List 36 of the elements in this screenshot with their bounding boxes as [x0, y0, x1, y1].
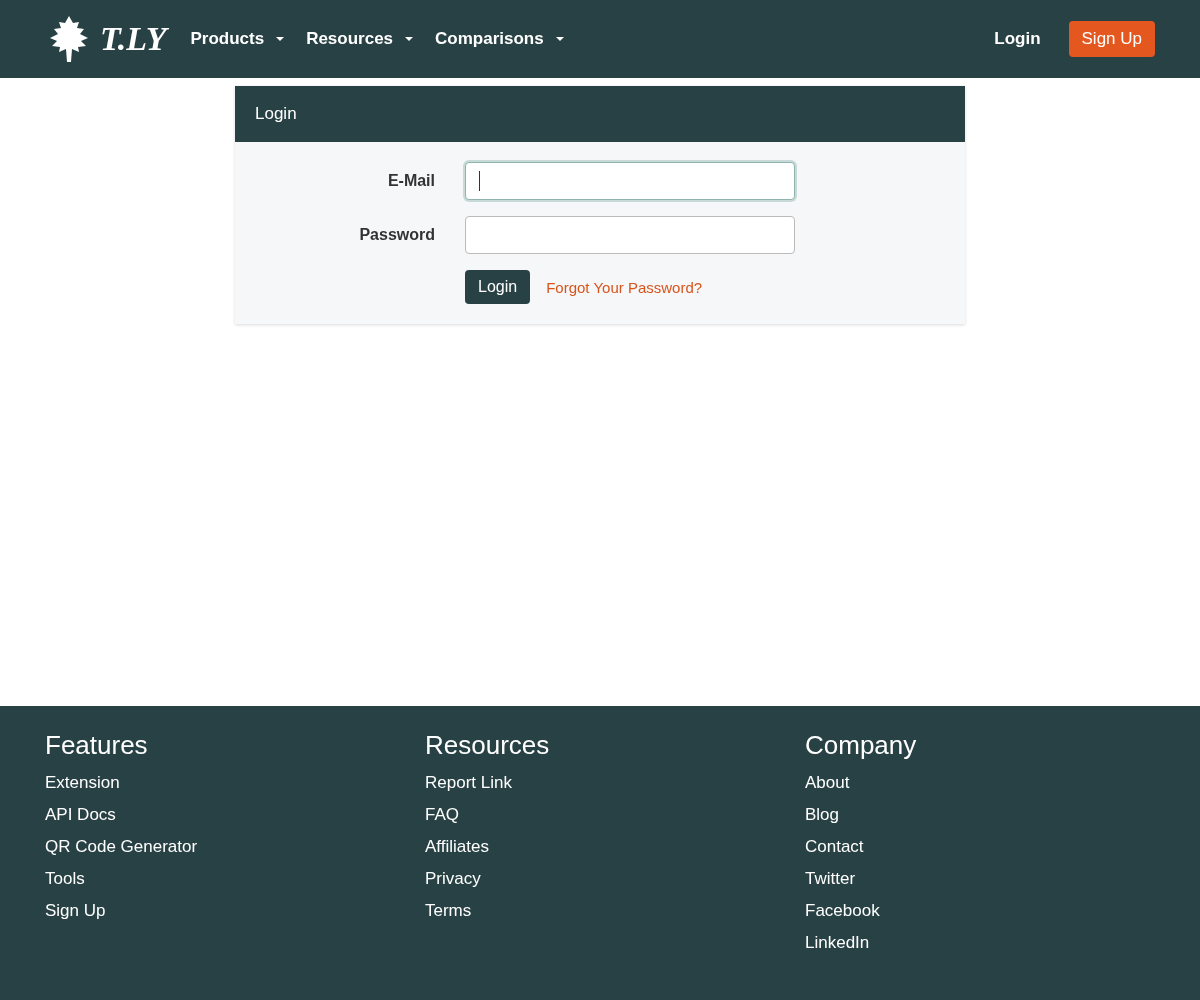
footer-link[interactable]: Contact — [805, 831, 1155, 863]
footer-link[interactable]: LinkedIn — [805, 927, 1155, 959]
card-title: Login — [255, 104, 297, 124]
footer-heading: Company — [805, 730, 918, 761]
footer-link[interactable]: Affiliates — [425, 831, 805, 863]
footer-link[interactable]: Terms — [425, 895, 805, 927]
login-button[interactable]: Login — [465, 270, 531, 304]
login-link[interactable]: Login — [994, 29, 1041, 49]
caret-icon — [276, 36, 285, 42]
logo-text[interactable]: T.LY — [100, 20, 167, 58]
caret-icon — [405, 36, 414, 42]
input-field[interactable] — [465, 216, 795, 254]
footer-link[interactable]: Blog — [805, 799, 1155, 831]
footer-link[interactable]: Report Link — [425, 767, 805, 799]
footer-link[interactable]: QR Code Generator — [45, 831, 425, 863]
footer-link[interactable]: Sign Up — [45, 895, 425, 927]
footer-heading: Features — [45, 730, 149, 761]
field-label: Password — [358, 226, 436, 244]
footer-link[interactable]: About — [805, 767, 1155, 799]
footer-link[interactable]: FAQ — [425, 799, 805, 831]
footer-link[interactable]: Privacy — [425, 863, 805, 895]
signup-button[interactable]: Sign Up — [1068, 21, 1155, 57]
caret-icon — [555, 36, 564, 42]
footer-link[interactable]: Facebook — [805, 895, 1155, 927]
nav-menu[interactable]: Products — [186, 29, 295, 49]
footer-link[interactable]: Tools — [45, 863, 425, 895]
footer-link[interactable]: API Docs — [45, 799, 425, 831]
forgot-password-link[interactable]: Forgot Your Password? — [546, 278, 703, 296]
nav-menu[interactable]: Resources — [302, 29, 424, 49]
field-label: E-Mail — [386, 172, 436, 190]
footer-link[interactable]: Extension — [45, 767, 425, 799]
footer-heading: Resources — [425, 730, 551, 761]
tree-logo-icon[interactable] — [48, 14, 90, 64]
nav-menu[interactable]: Comparisons — [431, 29, 574, 49]
footer-link[interactable]: Twitter — [805, 863, 1155, 895]
input-field[interactable] — [465, 162, 795, 200]
